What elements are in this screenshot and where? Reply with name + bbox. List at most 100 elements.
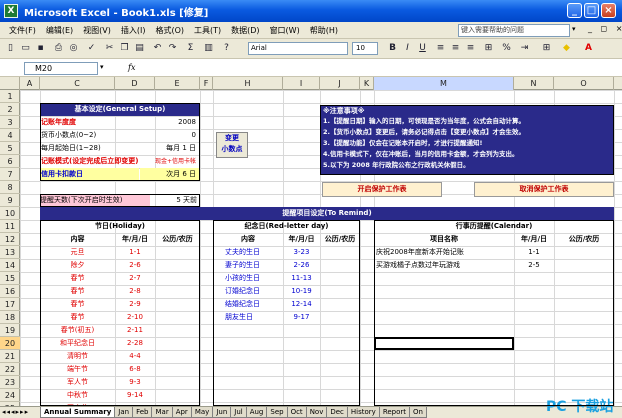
help-dropdown-icon[interactable]: ▾: [572, 25, 576, 33]
col-header[interactable]: J: [320, 77, 360, 90]
row-header[interactable]: 23: [0, 376, 20, 389]
row-header[interactable]: 22: [0, 363, 20, 376]
col-header[interactable]: A: [20, 77, 40, 90]
sheet-tab[interactable]: Annual Summary: [40, 407, 116, 418]
row-header[interactable]: 18: [0, 311, 20, 324]
sheet-tab[interactable]: May: [190, 407, 214, 418]
select-all-corner[interactable]: [0, 77, 20, 90]
row-header[interactable]: 4: [0, 129, 20, 142]
col-header[interactable]: N: [514, 77, 554, 90]
col-header[interactable]: D: [115, 77, 155, 90]
fill-color-icon[interactable]: ◆: [560, 42, 573, 55]
worksheet-grid[interactable]: 基本设定(General Setup) 记账年度度 2008 货币小数点(0~2) 0 每…: [20, 90, 622, 406]
protect-sheet-button[interactable]: 开启保护工作表: [322, 182, 442, 197]
close-button[interactable]: ×: [601, 3, 616, 18]
cut-icon[interactable]: ✂: [103, 42, 116, 55]
sheet-tab[interactable]: Oct: [286, 407, 307, 418]
row-header[interactable]: 21: [0, 350, 20, 363]
row-header[interactable]: 12: [0, 233, 20, 246]
help-icon[interactable]: ?: [220, 42, 233, 55]
row-header[interactable]: 14: [0, 259, 20, 272]
sheet-tab[interactable]: History: [346, 407, 380, 418]
row-header[interactable]: 20: [0, 337, 20, 350]
row-header[interactable]: 16: [0, 285, 20, 298]
sheet-nav-arrows-icon[interactable]: ◂◂◂▸▸▸: [2, 408, 29, 416]
sheet-tab[interactable]: On: [409, 407, 427, 418]
change-decimal-button[interactable]: 变更 小数点: [216, 132, 248, 158]
sheet-tab[interactable]: Aug: [245, 407, 268, 418]
italic-icon[interactable]: I: [401, 42, 414, 55]
sheet-tab[interactable]: Apr: [171, 407, 192, 418]
menu-data[interactable]: 数据(D): [226, 22, 264, 39]
col-header[interactable]: I: [283, 77, 320, 90]
sheet-tab[interactable]: Jan: [114, 407, 134, 418]
row-header[interactable]: 3: [0, 116, 20, 129]
document-window-controls[interactable]: _ ◻ ×: [588, 24, 622, 33]
namebox-dropdown-icon[interactable]: ▾: [100, 63, 104, 71]
undo-icon[interactable]: ↶: [151, 42, 164, 55]
row-header[interactable]: 11: [0, 220, 20, 233]
col-header[interactable]: E: [155, 77, 200, 90]
row-header[interactable]: 2: [0, 103, 20, 116]
col-header[interactable]: F: [200, 77, 213, 90]
new-file-icon[interactable]: ▯: [4, 42, 17, 55]
indent-icon[interactable]: ⇥: [518, 42, 531, 55]
row-header[interactable]: 9: [0, 194, 20, 207]
menu-tools[interactable]: 工具(T): [189, 22, 226, 39]
spelling-icon[interactable]: ✓: [85, 42, 98, 55]
minimize-button[interactable]: _: [567, 3, 582, 18]
chart-icon[interactable]: ▥: [202, 42, 215, 55]
preview-icon[interactable]: ◎: [67, 42, 80, 55]
font-color-icon[interactable]: A: [582, 42, 595, 55]
menu-file[interactable]: 文件(F): [4, 22, 41, 39]
print-icon[interactable]: ⎙: [52, 42, 65, 55]
row-header[interactable]: 17: [0, 298, 20, 311]
menu-view[interactable]: 视图(V): [78, 22, 116, 39]
sheet-tab[interactable]: Jun: [212, 407, 232, 418]
help-search-input[interactable]: 键入需要帮助的问题: [458, 24, 570, 37]
maximize-button[interactable]: □: [584, 3, 599, 18]
underline-icon[interactable]: U: [416, 42, 429, 55]
row-header[interactable]: 8: [0, 181, 20, 194]
sheet-tab[interactable]: Feb: [132, 407, 153, 418]
align-right-icon[interactable]: ≡: [464, 42, 477, 55]
col-header[interactable]: K: [360, 77, 374, 90]
sheet-tab[interactable]: Jul: [230, 407, 247, 418]
sheet-tab[interactable]: Nov: [305, 407, 328, 418]
row-header[interactable]: 13: [0, 246, 20, 259]
paste-icon[interactable]: ▤: [133, 42, 146, 55]
row-header[interactable]: 19: [0, 324, 20, 337]
redo-icon[interactable]: ↷: [166, 42, 179, 55]
menu-edit[interactable]: 编辑(E): [41, 22, 78, 39]
col-header[interactable]: O: [554, 77, 614, 90]
row-header[interactable]: 24: [0, 389, 20, 402]
row-header[interactable]: 10: [0, 207, 20, 220]
col-header[interactable]: C: [40, 77, 115, 90]
row-header[interactable]: 15: [0, 272, 20, 285]
row-header[interactable]: 7: [0, 168, 20, 181]
menu-window[interactable]: 窗口(W): [265, 22, 305, 39]
font-size-select[interactable]: 10: [352, 42, 378, 55]
menu-help[interactable]: 帮助(H): [305, 22, 343, 39]
copy-icon[interactable]: ❐: [118, 42, 131, 55]
sheet-tab[interactable]: Dec: [326, 407, 348, 418]
align-left-icon[interactable]: ≡: [434, 42, 447, 55]
merge-icon[interactable]: ⊞: [482, 42, 495, 55]
row-header[interactable]: 5: [0, 142, 20, 155]
menu-insert[interactable]: 插入(I): [116, 22, 151, 39]
col-header[interactable]: M: [374, 77, 514, 90]
col-header[interactable]: H: [213, 77, 283, 90]
open-folder-icon[interactable]: ▭: [19, 42, 32, 55]
sheet-tab[interactable]: Sep: [266, 407, 288, 418]
menu-format[interactable]: 格式(O): [150, 22, 189, 39]
sheet-tab[interactable]: Mar: [151, 407, 173, 418]
currency-icon[interactable]: %: [500, 42, 513, 55]
align-center-icon[interactable]: ≡: [449, 42, 462, 55]
sum-icon[interactable]: Σ: [184, 42, 197, 55]
row-header[interactable]: 6: [0, 155, 20, 168]
name-box[interactable]: M20: [24, 62, 98, 75]
font-name-select[interactable]: Arial: [248, 42, 348, 55]
sheet-tab[interactable]: Report: [378, 407, 411, 418]
row-header[interactable]: 1: [0, 90, 20, 103]
borders-icon[interactable]: ⊞: [540, 42, 553, 55]
